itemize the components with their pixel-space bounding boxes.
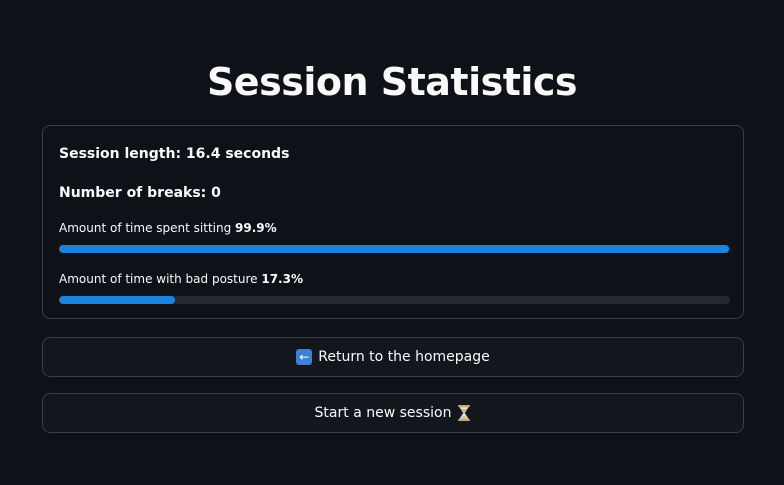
sitting-progress-bar xyxy=(59,245,730,253)
sitting-value: 99.9% xyxy=(235,221,277,235)
return-homepage-button[interactable]: ← Return to the homepage xyxy=(42,337,744,377)
start-new-session-label: Start a new session xyxy=(314,405,452,421)
start-new-session-button[interactable]: Start a new session xyxy=(42,393,744,433)
session-stats-page: Session Statistics Session length: 16.4 … xyxy=(0,0,784,485)
bad-posture-label-text: Amount of time with bad posture xyxy=(59,272,258,286)
hourglass-icon xyxy=(457,405,471,421)
return-homepage-label: Return to the homepage xyxy=(318,349,490,365)
sitting-label: Amount of time spent sitting 99.9% xyxy=(59,221,277,235)
bad-posture-value: 17.3% xyxy=(261,272,303,286)
breaks-count-text: Number of breaks: 0 xyxy=(59,185,221,201)
bad-posture-label: Amount of time with bad posture 17.3% xyxy=(59,272,303,286)
bad-posture-progress-bar xyxy=(59,296,730,304)
left-arrow-icon: ← xyxy=(296,349,313,365)
page-title: Session Statistics xyxy=(206,60,578,104)
session-length-text: Session length: 16.4 seconds xyxy=(59,146,290,162)
sitting-label-text: Amount of time spent sitting xyxy=(59,221,232,235)
sitting-progress-fill xyxy=(59,245,730,253)
bad-posture-progress-fill xyxy=(59,296,176,304)
stats-card: Session length: 16.4 seconds Number of b… xyxy=(42,125,744,319)
